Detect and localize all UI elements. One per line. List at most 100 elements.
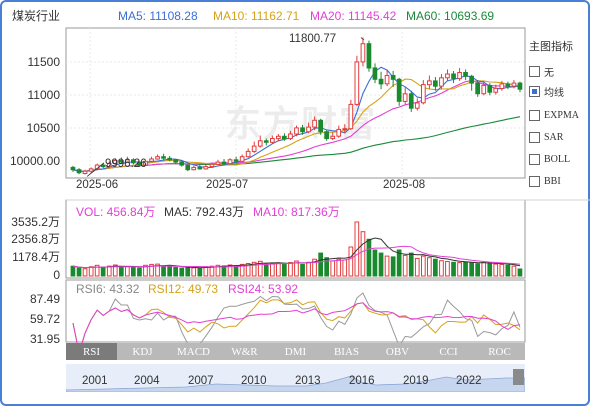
candle-body: [282, 135, 287, 140]
candle-body: [82, 170, 88, 174]
tab-macd[interactable]: MACD: [168, 343, 219, 360]
candle-body: [342, 128, 348, 131]
volume-bar: [457, 262, 462, 277]
checkbox-icon[interactable]: [529, 109, 540, 121]
indicator-option-none[interactable]: 无: [529, 64, 554, 79]
volume-bar: [185, 266, 191, 277]
candle-body: [245, 150, 251, 158]
candle-body: [330, 135, 336, 140]
volume-bar: [100, 266, 106, 277]
volume-bar: [469, 262, 474, 277]
volume-bar: [475, 263, 480, 277]
volume-bar: [318, 252, 323, 277]
volume-bar: [191, 267, 197, 277]
indicator-option-expma[interactable]: EXPMA: [529, 108, 579, 122]
volume-bar: [414, 257, 420, 277]
year-label: 2013: [295, 375, 321, 387]
candle-body: [215, 161, 221, 165]
volume-bar: [336, 258, 342, 277]
candle-body: [167, 157, 173, 161]
volume-bar: [427, 257, 432, 277]
tab-roc[interactable]: ROC: [474, 343, 525, 360]
candle-body: [499, 83, 505, 90]
rsi-tick: 59.72: [29, 312, 60, 326]
checkbox-icon[interactable]: [529, 65, 540, 77]
year-label: 2010: [241, 375, 267, 387]
tab-bias[interactable]: BIAS: [321, 343, 372, 360]
year-label: 2007: [188, 375, 214, 387]
candle-body: [318, 119, 323, 133]
candle-body: [348, 103, 354, 130]
volume-bar: [408, 252, 414, 277]
checkbox-icon[interactable]: [529, 153, 540, 165]
volume-bar: [348, 246, 354, 277]
candle-body: [433, 80, 438, 87]
volume-bar: [203, 266, 209, 277]
candle-body: [451, 73, 456, 80]
volume-bar: [282, 263, 287, 277]
candle-body: [179, 161, 185, 166]
year-label: 2016: [349, 375, 375, 387]
volume-bar: [445, 261, 450, 277]
candle-body: [227, 159, 233, 165]
volume-bar: [384, 255, 390, 277]
price-panel-frame: [65, 27, 526, 179]
candle-body: [481, 84, 487, 95]
timeline-drag-handle[interactable]: [513, 369, 524, 385]
candle-body: [445, 73, 450, 79]
candle-body: [70, 166, 76, 171]
candle-body: [354, 61, 360, 105]
candle-body: [191, 166, 197, 171]
volume-bar: [378, 252, 384, 277]
timeline-navigator[interactable]: 2001 2004 2007 2010 2013 2016 2019 2022: [66, 364, 525, 392]
candle-body: [197, 166, 203, 170]
tab-kdj[interactable]: KDJ: [117, 343, 168, 360]
volume-bar: [324, 257, 329, 277]
tab-obv[interactable]: OBV: [372, 343, 423, 360]
indicator-option-boll[interactable]: BOLL: [529, 152, 570, 166]
candle-body: [88, 168, 94, 172]
volume-bar: [197, 267, 203, 277]
checkbox-icon[interactable]: [529, 175, 540, 187]
volume-bar: [360, 231, 366, 277]
indicator-option-sar[interactable]: SAR: [529, 130, 563, 144]
volume-bar: [179, 267, 185, 277]
volume-bar: [439, 260, 444, 277]
candle-body: [185, 164, 191, 171]
tab-rsi[interactable]: RSI: [66, 343, 117, 360]
tab-wr[interactable]: W&R: [219, 343, 270, 360]
rsi12-legend: RSI12: 49.73: [148, 282, 219, 296]
volume-bar: [421, 255, 426, 277]
candle-body: [306, 126, 311, 133]
rsi-tick: 87.49: [29, 292, 60, 306]
volume-bar: [119, 266, 124, 277]
indicator-panel-title: 主图指标: [529, 41, 573, 53]
indicator-option-ma[interactable]: 均线: [529, 84, 564, 99]
volume-bar: [487, 263, 493, 277]
volume-bar: [499, 263, 505, 277]
checkbox-icon[interactable]: [529, 131, 540, 143]
candle-body: [209, 163, 215, 168]
low-annotation: 9996.26: [105, 158, 147, 170]
vol-ma10-legend: MA10: 817.36万: [253, 205, 340, 219]
tab-dmi[interactable]: DMI: [270, 343, 321, 360]
candle-body: [300, 127, 305, 133]
volume-bar: [511, 265, 517, 277]
tab-cci[interactable]: CCI: [423, 343, 474, 360]
candle-body: [469, 75, 474, 84]
checkbox-checked-icon[interactable]: [529, 85, 540, 97]
candle-body: [276, 135, 281, 140]
volume-bar: [330, 260, 336, 277]
volume-bar: [131, 266, 136, 277]
indicator-option-bbi[interactable]: BBI: [529, 174, 561, 188]
volume-bar: [306, 261, 311, 277]
vol-tick: 2356.8万: [11, 232, 60, 246]
volume-bar: [463, 261, 468, 277]
volume-bar: [390, 256, 396, 277]
candle-body: [487, 84, 493, 93]
candle-body: [288, 133, 293, 140]
candle-body: [378, 78, 384, 85]
volume-bar: [106, 265, 112, 277]
candle-body: [457, 72, 462, 80]
volume-bar: [276, 262, 281, 277]
